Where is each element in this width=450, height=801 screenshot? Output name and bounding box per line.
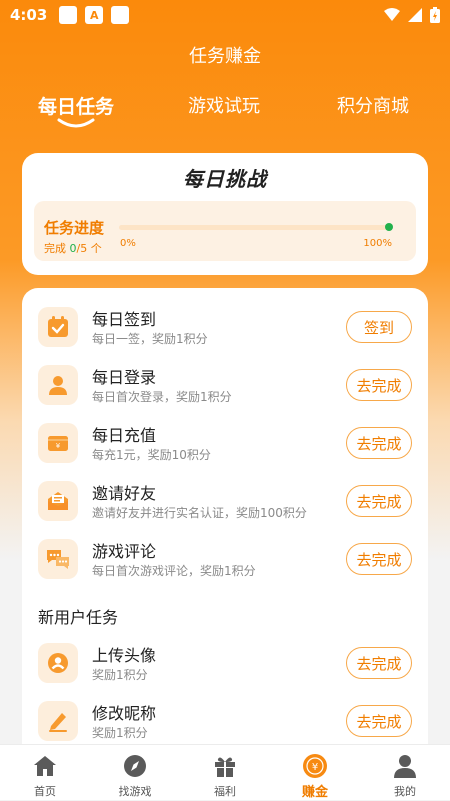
battery-icon	[430, 7, 440, 23]
checkin-button[interactable]: 签到	[346, 311, 412, 343]
challenge-title: 每日挑战	[183, 167, 267, 191]
task-row-game-review: 游戏评论 每日首次游戏评论，奖励1积分 去完成	[22, 534, 428, 586]
task-name: 上传头像	[92, 646, 157, 665]
task-list-card: 每日签到 每日一签，奖励1积分 签到 每日登录 每日首次登录，奖励1积分 去完成…	[22, 288, 428, 758]
new-user-section-title: 新用户任务	[38, 608, 119, 627]
status-time: 4:03	[10, 6, 48, 24]
go-complete-button[interactable]: 去完成	[346, 705, 412, 737]
progress-end-label: 100%	[363, 238, 392, 249]
user-icon	[38, 365, 78, 405]
progress-label: 任务进度	[44, 219, 105, 237]
task-description: 每日首次游戏评论，奖励1积分	[92, 564, 256, 578]
wallet-icon: ¥	[38, 423, 78, 463]
a-notification-icon: A	[85, 6, 104, 24]
task-description: 每日首次登录，奖励1积分	[92, 390, 232, 404]
nav-mine[interactable]: 我的	[360, 745, 450, 801]
task-name: 邀请好友	[92, 484, 157, 503]
task-description: 每充1元，奖励10积分	[92, 448, 211, 462]
progress-count-prefix: 完成	[44, 242, 66, 255]
gift-icon	[215, 757, 235, 777]
task-description: 奖励1积分	[92, 726, 148, 740]
page-title: 任务赚金	[189, 46, 261, 67]
progress-count: 完成 0/5 个	[44, 240, 102, 256]
nav-label: 赚金	[301, 785, 328, 800]
status-bar: 4:03 A	[0, 0, 450, 30]
progress-count-done: 0	[69, 242, 77, 255]
compass-icon	[124, 755, 146, 777]
task-name: 每日充值	[92, 426, 157, 445]
go-complete-button[interactable]: 去完成	[346, 485, 412, 517]
svg-text:¥: ¥	[56, 442, 61, 450]
task-name: 每日签到	[92, 310, 157, 329]
nav-label: 找游戏	[118, 785, 152, 798]
envelope-icon	[38, 481, 78, 521]
tab-points-mall[interactable]: 积分商城	[337, 92, 409, 118]
profile-icon	[394, 755, 416, 778]
go-complete-button[interactable]: 去完成	[346, 427, 412, 459]
active-tab-indicator	[57, 118, 95, 128]
task-row-daily-recharge: ¥ 每日充值 每充1元，奖励10积分 去完成	[22, 418, 428, 470]
daily-challenge-card: 每日挑战 任务进度 完成 0/5 个 0% 100%	[22, 153, 428, 275]
go-complete-button[interactable]: 去完成	[346, 647, 412, 679]
bottom-navigation: 首页 找游戏 福利 ¥ 赚金 我的	[0, 744, 450, 800]
task-row-invite-friends: 邀请好友 邀请好友并进行实名认证，奖励100积分 去完成	[22, 476, 428, 528]
task-row-daily-login: 每日登录 每日首次登录，奖励1积分 去完成	[22, 360, 428, 412]
signal-icon	[408, 8, 422, 22]
task-name: 每日登录	[92, 368, 157, 387]
nav-label: 首页	[34, 785, 56, 798]
pencil-icon	[38, 701, 78, 741]
coin-icon: ¥	[303, 754, 327, 778]
svg-text:¥: ¥	[312, 762, 318, 773]
home-icon	[34, 756, 56, 776]
progress-start-label: 0%	[120, 238, 136, 249]
task-row-daily-checkin: 每日签到 每日一签，奖励1积分 签到	[22, 302, 428, 354]
nav-earn[interactable]: ¥ 赚金	[270, 745, 360, 801]
tab-game-trial[interactable]: 游戏试玩	[188, 92, 260, 118]
go-complete-button[interactable]: 去完成	[346, 369, 412, 401]
progress-bar-end-dot	[385, 223, 393, 231]
task-row-edit-nickname: 修改昵称 奖励1积分 去完成	[22, 696, 428, 748]
comment-icon	[38, 539, 78, 579]
task-description: 每日一签，奖励1积分	[92, 332, 208, 346]
task-progress-panel: 任务进度 完成 0/5 个 0% 100%	[34, 201, 416, 261]
nav-home[interactable]: 首页	[0, 745, 90, 801]
go-complete-button[interactable]: 去完成	[346, 543, 412, 575]
nav-welfare[interactable]: 福利	[180, 745, 270, 801]
app-notification-icon	[59, 6, 78, 24]
avatar-icon	[38, 643, 78, 683]
calendar-check-icon	[38, 307, 78, 347]
task-row-upload-avatar: 上传头像 奖励1积分 去完成	[22, 638, 428, 690]
task-description: 奖励1积分	[92, 668, 148, 682]
tab-daily-tasks[interactable]: 每日任务	[38, 92, 114, 119]
task-name: 游戏评论	[92, 542, 157, 561]
nav-label: 我的	[394, 785, 416, 798]
progress-bar	[119, 225, 391, 230]
task-description: 邀请好友并进行实名认证，奖励100积分	[92, 506, 307, 520]
wifi-icon	[384, 8, 400, 21]
nav-find-games[interactable]: 找游戏	[90, 745, 180, 801]
nav-label: 福利	[214, 785, 236, 798]
progress-count-total: /5 个	[76, 242, 102, 255]
task-name: 修改昵称	[92, 704, 157, 723]
app-screen: 4:03 A 任务赚金 每日任务 游戏试玩 积分商城 每日挑战 任务进度 完成 …	[0, 0, 450, 800]
app-notification-icon	[111, 6, 130, 24]
